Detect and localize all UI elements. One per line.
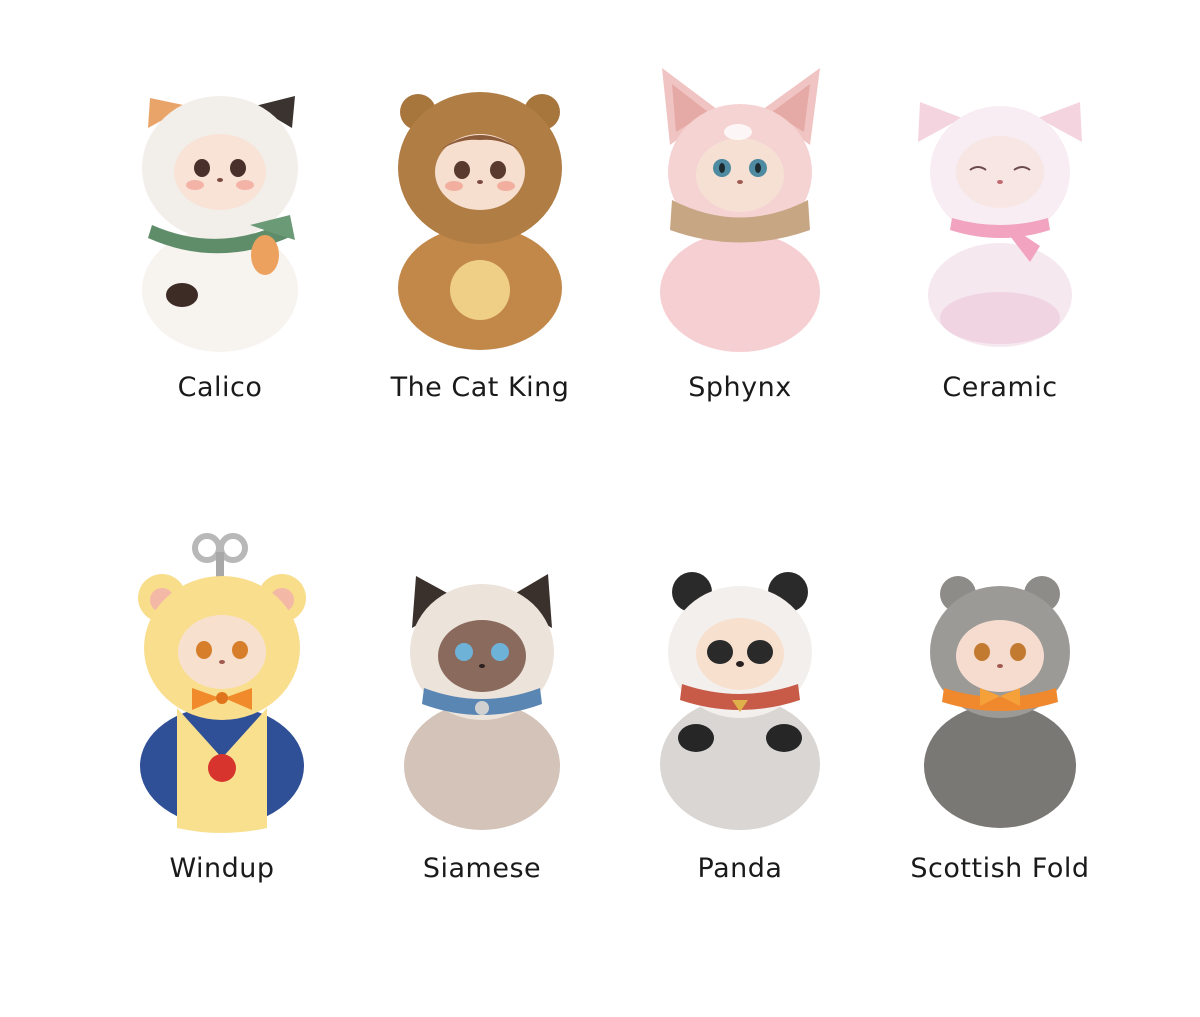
figure-card-sphynx: Sphynx [610,50,870,490]
figure-name-scottish-fold: Scottish Fold [910,853,1090,884]
sphynx-figure-image [610,50,870,352]
figure-name-sphynx: Sphynx [688,372,792,403]
figure-name-ceramic: Ceramic [942,372,1058,403]
siamese-figure-image [352,528,612,830]
figure-card-scottish-fold: Scottish Fold [870,528,1130,968]
the-cat-king-figure-image [350,50,610,350]
figure-card-panda: Panda [610,528,870,968]
figure-name-windup: Windup [169,853,275,884]
calico-figure-image [90,50,350,352]
figure-name-siamese: Siamese [422,853,542,884]
figure-name-the-cat-king: The Cat King [390,372,570,403]
figure-card-calico: Calico [90,50,350,490]
windup-figure-image [92,528,352,833]
figure-card-windup: Windup [92,528,352,968]
scottish-fold-figure-image [870,528,1130,828]
figure-card-the-cat-king: The Cat King [350,50,610,490]
panda-figure-image [610,528,870,830]
ceramic-figure-image [870,50,1130,350]
figure-card-siamese: Siamese [352,528,612,968]
figure-card-ceramic: Ceramic [870,50,1130,490]
figure-name-panda: Panda [697,853,783,884]
figure-name-calico: Calico [177,372,263,403]
figure-gallery: Calico The Cat King Sphynx Ceramic Windu… [0,0,1200,1017]
